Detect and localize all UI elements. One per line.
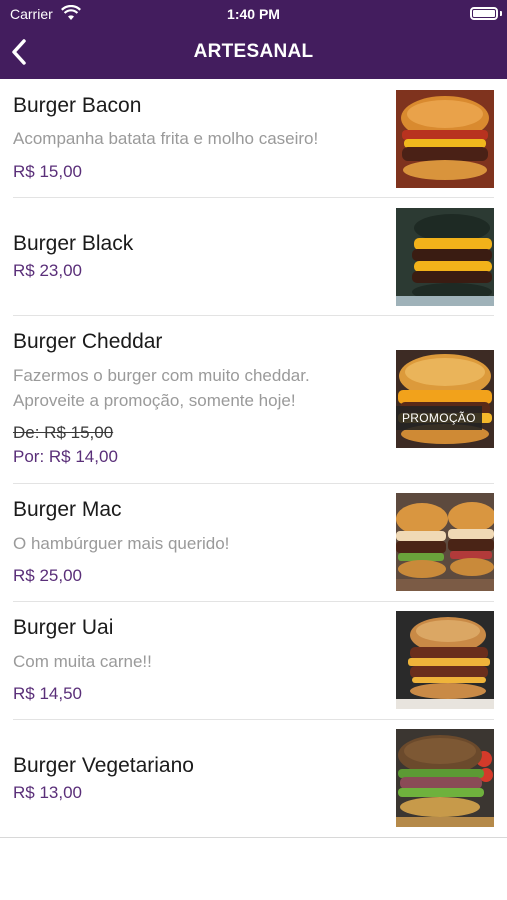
list-item-burger-bacon[interactable]: Burger Bacon Acompanha batata frita e mo…: [0, 79, 507, 198]
item-new-price: Por: R$ 14,00: [13, 447, 118, 466]
item-description-line-1: Fazermos o burger com muito cheddar.: [13, 366, 310, 385]
item-photo: [396, 611, 494, 709]
battery-icon: [470, 7, 498, 20]
item-photo: [396, 208, 494, 306]
item-name: Burger Cheddar: [13, 330, 163, 353]
item-price: R$ 14,50: [13, 684, 82, 703]
list-item-burger-uai[interactable]: Burger Uai Com muita carne!! R$ 14,50: [0, 602, 507, 720]
list-bottom-border: [0, 837, 507, 838]
item-name: Burger Vegetariano: [13, 754, 194, 777]
item-old-price: De: R$ 15,00: [13, 423, 114, 442]
item-description-line-2: Aproveite a promoção, somente hoje!: [13, 391, 296, 410]
status-bar: Carrier 1:40 PM: [0, 0, 507, 28]
item-name: Burger Black: [13, 232, 134, 255]
page-title: ARTESANAL: [193, 41, 314, 62]
item-price: R$ 13,00: [13, 783, 82, 802]
list-item-burger-cheddar[interactable]: Burger Cheddar Fazermos o burger com mui…: [0, 316, 507, 484]
top-bar: Carrier 1:40 PM ARTESANAL: [0, 0, 507, 79]
promo-badge: PROMOÇÃO: [396, 406, 482, 430]
item-photo: [396, 350, 494, 448]
item-name: Burger Bacon: [13, 94, 142, 117]
navigation-bar: ARTESANAL: [0, 28, 507, 79]
item-name: Burger Uai: [13, 616, 114, 639]
item-photo: [396, 493, 494, 591]
list-item-burger-vegetariano[interactable]: Burger Vegetariano R$ 13,00: [0, 720, 507, 837]
item-price: R$ 25,00: [13, 566, 82, 585]
item-photo: [396, 90, 494, 188]
item-photo: [396, 729, 494, 827]
status-time: 1:40 PM: [227, 6, 280, 22]
list-item-burger-black[interactable]: Burger Black R$ 23,00: [0, 198, 507, 316]
item-description: Com muita carne!!: [13, 652, 152, 671]
item-description: O hambúrguer mais querido!: [13, 534, 230, 553]
battery-cap: [500, 11, 502, 16]
list-item-burger-mac[interactable]: Burger Mac O hambúrguer mais querido! R$…: [0, 484, 507, 602]
item-price: R$ 15,00: [13, 162, 82, 181]
item-price: R$ 23,00: [13, 261, 82, 280]
item-name: Burger Mac: [13, 498, 122, 521]
item-description: Acompanha batata frita e molho caseiro!: [13, 129, 319, 148]
